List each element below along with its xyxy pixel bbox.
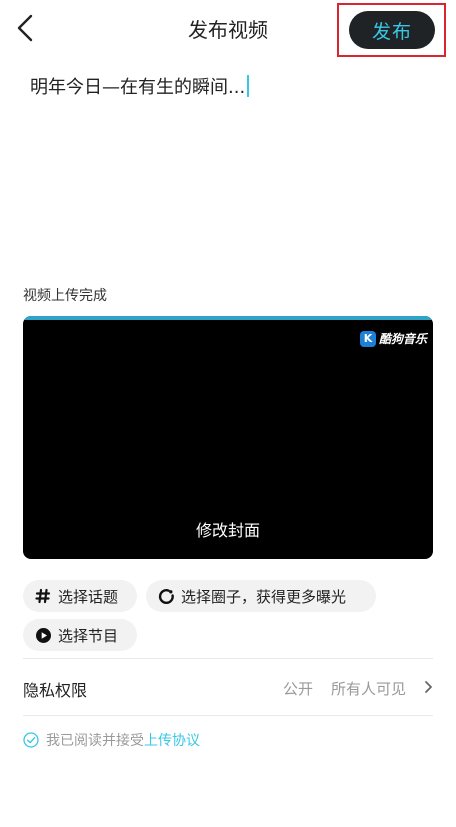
- publish-video-page: 发布视频 发布 明年今日—在有生的瞬间... 视频上传完成 K 酷狗音乐 修改封…: [0, 0, 456, 827]
- upload-agreement-link[interactable]: 上传协议: [144, 730, 200, 750]
- select-circle-label: 选择圈子，获得更多曝光: [181, 587, 347, 606]
- watermark-text: 酷狗音乐: [378, 332, 427, 346]
- publish-button-highlight: 发布: [337, 3, 446, 57]
- video-preview[interactable]: K 酷狗音乐 修改封面: [23, 316, 433, 559]
- header: 发布视频 发布: [0, 0, 456, 57]
- select-topic-chip[interactable]: 选择话题: [23, 580, 137, 612]
- watermark: K 酷狗音乐: [359, 330, 427, 347]
- agreement-row: 我已阅读并接受 上传协议: [23, 730, 200, 750]
- privacy-label: 隐私权限: [23, 681, 88, 700]
- divider: [23, 715, 433, 716]
- kugou-logo-icon: K: [359, 330, 376, 347]
- agreement-text: 我已阅读并接受: [46, 733, 144, 749]
- privacy-value-public: 公开: [283, 680, 314, 698]
- caption-text: 明年今日—在有生的瞬间...: [30, 77, 246, 98]
- select-topic-label: 选择话题: [58, 587, 119, 606]
- circle-icon: [157, 587, 175, 605]
- upload-progress-bar: [23, 316, 433, 320]
- select-program-label: 选择节目: [58, 626, 119, 645]
- play-icon: [34, 626, 52, 644]
- text-caret: [247, 75, 250, 97]
- chevron-right-icon: [425, 681, 432, 693]
- upload-status: 视频上传完成: [23, 288, 107, 304]
- select-program-chip[interactable]: 选择节目: [23, 619, 137, 651]
- publish-button[interactable]: 发布: [349, 11, 435, 49]
- hashtag-icon: [34, 587, 52, 605]
- check-circle-icon[interactable]: [23, 732, 39, 748]
- caption-input[interactable]: 明年今日—在有生的瞬间...: [30, 73, 250, 99]
- divider: [23, 658, 433, 659]
- select-circle-chip[interactable]: 选择圈子，获得更多曝光: [146, 580, 376, 612]
- edit-cover-button[interactable]: 修改封面: [23, 517, 433, 541]
- privacy-value-audience: 所有人可见: [331, 680, 407, 698]
